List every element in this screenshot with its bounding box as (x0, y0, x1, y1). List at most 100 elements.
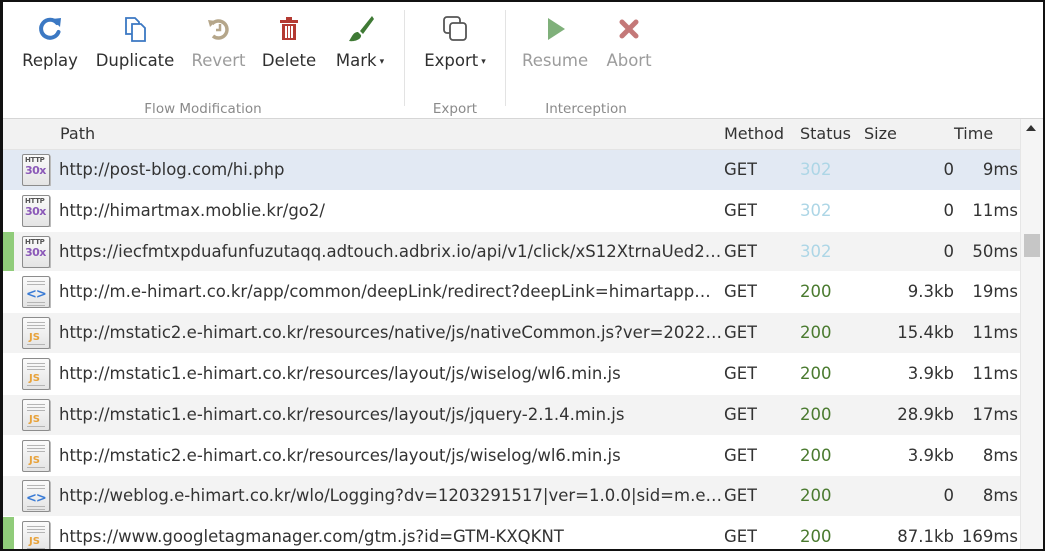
row-method: GET (724, 363, 758, 383)
abort-button[interactable]: Abort (603, 14, 655, 70)
scrollbar-thumb[interactable] (1024, 234, 1040, 257)
table-row[interactable]: JS https://www.googletagmanager.com/gtm.j… (3, 517, 1020, 549)
row-path: http://himartmax.moblie.kr/go2/ (59, 200, 325, 220)
table-row[interactable]: HTTP 30x http://post-blog.com/hi.php GET 302… (3, 150, 1020, 191)
row-type-cell: <> (22, 276, 52, 309)
row-mark-indicator (3, 354, 14, 394)
table-row[interactable]: JS http://mstatic2.e-himart.co.kr/resourc… (3, 435, 1020, 477)
row-type-cell: JS (22, 439, 52, 472)
trash-icon (280, 17, 298, 40)
row-mark-indicator (3, 436, 14, 476)
row-method: GET (724, 282, 758, 302)
row-time: 17ms (972, 404, 1018, 424)
table-row[interactable]: HTTP 30x https://iecfmtxpduafunfuzutaqq.ad… (3, 231, 1020, 273)
row-time: 50ms (972, 241, 1018, 261)
javascript-file-icon: JS (22, 357, 50, 390)
column-header-status[interactable]: Status (800, 124, 851, 143)
delete-label: Delete (261, 51, 317, 70)
html-file-icon: <> (22, 276, 50, 309)
row-size: 9.3kb (907, 282, 954, 302)
row-size: 15.4kb (897, 323, 954, 343)
replay-button[interactable]: Replay (21, 14, 79, 70)
column-header-size[interactable]: Size (864, 124, 897, 143)
row-type-cell: JS (22, 521, 52, 549)
row-size: 3.9kb (907, 363, 954, 383)
abort-label: Abort (606, 51, 652, 70)
row-size: 0 (943, 160, 955, 179)
revert-button[interactable]: Revert (191, 14, 246, 70)
row-path: http://mstatic1.e-himart.co.kr/resources… (59, 404, 625, 424)
export-dropdown-caret-icon: ▾ (481, 57, 486, 67)
duplicate-button[interactable]: Duplicate (95, 14, 175, 70)
table-row[interactable]: JS http://mstatic1.e-himart.co.kr/resourc… (3, 353, 1020, 395)
row-mark-indicator (3, 313, 14, 353)
row-method: GET (724, 445, 758, 465)
row-size: 3.9kb (907, 445, 954, 465)
html-file-icon: <> (22, 480, 50, 513)
export-button[interactable]: Export ▾ (419, 14, 491, 70)
row-status: 200 (800, 404, 832, 424)
row-method: GET (724, 527, 758, 547)
table-row[interactable]: JS http://mstatic1.e-himart.co.kr/resourc… (3, 394, 1020, 436)
delete-button[interactable]: Delete (261, 14, 317, 70)
table-header: Path Method Status Size Time (3, 119, 1020, 150)
icon-text: 30x (25, 164, 46, 177)
revert-label: Revert (191, 51, 246, 70)
scroll-up-arrow-icon[interactable] (1026, 125, 1036, 131)
mark-button[interactable]: Mark ▾ (331, 14, 389, 70)
group-label-interception: Interception (545, 101, 627, 117)
row-size: 0 (943, 200, 955, 220)
group-label-export: Export (432, 101, 478, 117)
row-status: 200 (800, 445, 832, 465)
row-size: 0 (943, 486, 955, 506)
resume-label: Resume (522, 51, 589, 70)
table-row[interactable]: HTTP 30x http://himartmax.moblie.kr/go2/GE… (3, 190, 1020, 232)
icon-text: JS (29, 536, 40, 548)
row-size: 87.1kb (897, 527, 954, 547)
group-interception: Resume Abort Interception (506, 2, 666, 119)
row-method: GET (724, 486, 758, 506)
row-mark-indicator (3, 150, 14, 190)
javascript-file-icon: JS (22, 521, 50, 549)
javascript-file-icon: JS (22, 317, 50, 350)
row-time: 9ms (982, 160, 1018, 179)
row-status: 200 (800, 363, 832, 383)
javascript-file-icon: JS (22, 439, 50, 472)
row-path: http://m.e-himart.co.kr/app/common/deepL… (59, 282, 722, 302)
paintbrush-icon (349, 16, 374, 42)
row-mark-indicator (3, 231, 14, 272)
row-mark-indicator (3, 395, 14, 435)
row-path: http://mstatic2.e-himart.co.kr/resources… (59, 445, 621, 465)
icon-text: 30x (25, 204, 46, 218)
table-row[interactable]: <> http://m.e-himart.co.kr/app/common/dee… (3, 272, 1020, 314)
row-time: 8ms (982, 486, 1018, 506)
row-status: 200 (800, 527, 832, 547)
group-flow-modification: Replay Duplicate Revert Delete Mark ▾ Fl… (3, 2, 403, 119)
row-size: 28.9kb (897, 404, 954, 424)
column-header-time[interactable]: Time (954, 124, 993, 143)
replay-label: Replay (22, 51, 78, 70)
row-method: GET (724, 404, 758, 424)
column-header-method[interactable]: Method (724, 124, 784, 143)
replay-icon (39, 17, 61, 40)
row-status: 200 (800, 282, 832, 302)
row-path: http://mstatic2.e-himart.co.kr/resources… (59, 323, 722, 343)
row-type-cell: <> (22, 480, 52, 513)
icon-text: JS (29, 413, 40, 425)
icon-text: JS (29, 372, 40, 384)
row-time: 19ms (972, 282, 1018, 302)
icon-text: <> (26, 491, 47, 507)
table-row[interactable]: JS http://mstatic2.e-himart.co.kr/resourc… (3, 313, 1020, 354)
icon-text: HTTP (25, 156, 45, 164)
row-path: https://www.googletagmanager.com/gtm.js?… (59, 527, 564, 547)
resume-button[interactable]: Resume (522, 14, 588, 70)
row-time: 11ms (972, 363, 1018, 383)
icon-text: JS (29, 332, 40, 344)
row-size: 0 (943, 241, 955, 261)
vertical-scrollbar[interactable] (1020, 119, 1043, 549)
column-header-path[interactable]: Path (60, 124, 95, 143)
table-row[interactable]: <> http://weblog.e-himart.co.kr/wlo/Loggi… (3, 476, 1020, 518)
row-status: 302 (800, 160, 832, 179)
row-type-cell: HTTP 30x (22, 154, 52, 186)
play-icon (548, 18, 565, 40)
